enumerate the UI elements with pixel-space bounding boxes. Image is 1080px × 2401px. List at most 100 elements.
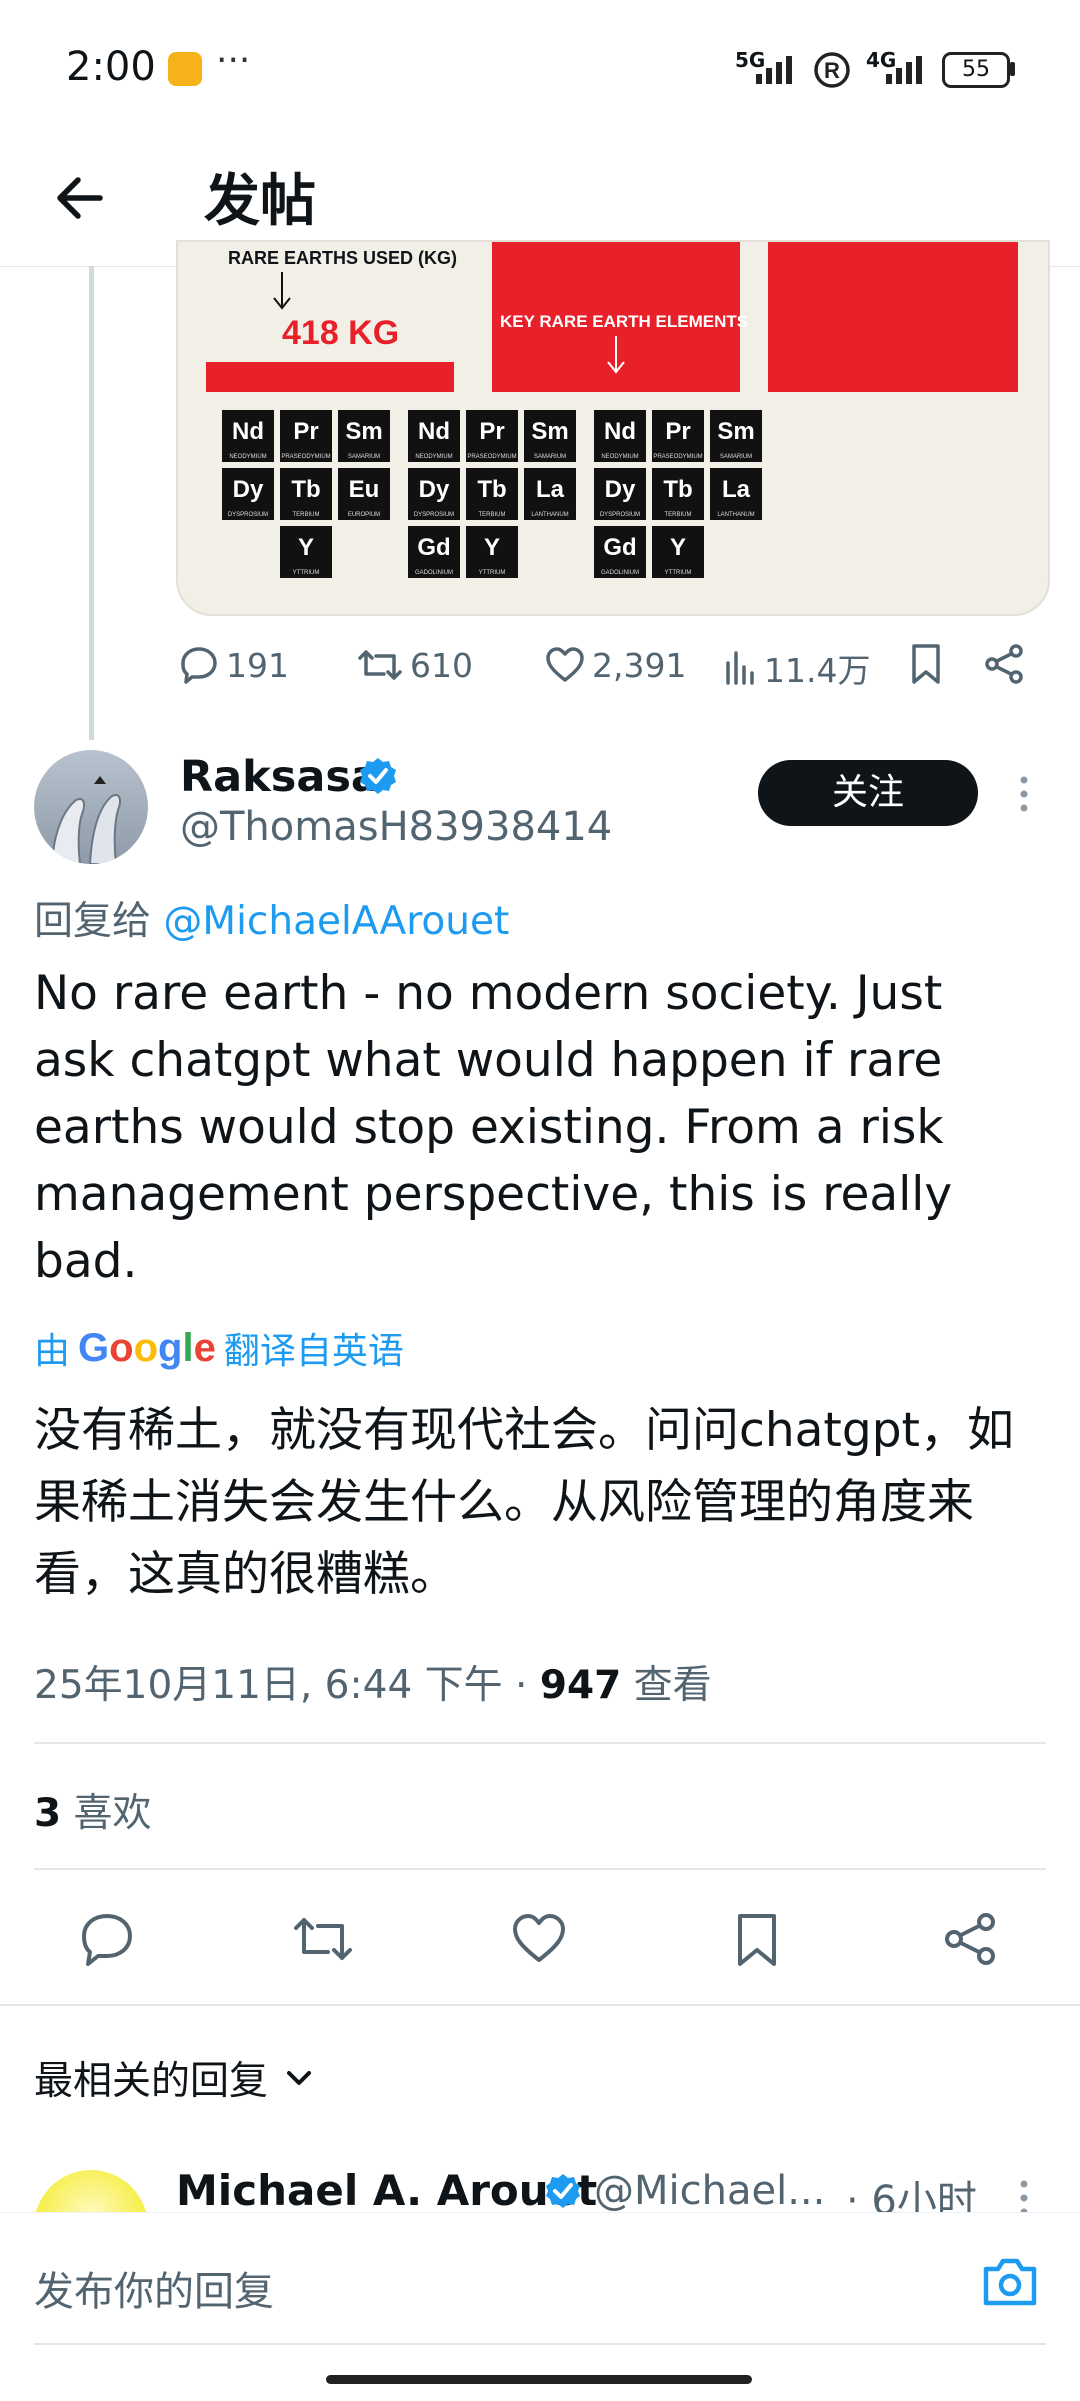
comment-icon xyxy=(181,647,217,684)
divider xyxy=(34,1868,1046,1870)
likes-summary[interactable]: 3 喜欢 xyxy=(34,1782,152,1838)
bookmark-icon[interactable] xyxy=(906,642,946,686)
element-name: EUROPIUM xyxy=(347,512,381,518)
verified-badge-icon xyxy=(360,758,396,794)
more-notifications: ··· xyxy=(216,40,251,81)
element-name: LANTHANUM xyxy=(717,512,755,518)
element-tile-tb: Tb TERBIUM xyxy=(652,468,704,520)
image-label-used: RARE EARTHS USED (KG) xyxy=(228,248,458,268)
element-symbol: Y xyxy=(483,534,500,561)
element-symbol: La xyxy=(535,476,564,503)
element-symbol: Nd xyxy=(232,418,264,445)
element-tile-la: La LANTHANUM xyxy=(710,468,762,520)
retweet-count-button[interactable]: 610 xyxy=(356,644,473,686)
composer-underline xyxy=(34,2343,1046,2345)
reply-to-handle[interactable]: @MichaelAArouet xyxy=(163,899,509,944)
translation-attribution[interactable]: 由 Google 翻译自英语 xyxy=(34,1322,404,1374)
likes-total: 3 xyxy=(34,1791,62,1836)
element-tile-nd: Nd NEODYMIUM xyxy=(222,410,274,462)
thread-connector-line xyxy=(89,266,94,740)
retweet-count: 610 xyxy=(410,645,473,685)
more-options-icon[interactable] xyxy=(1012,770,1036,818)
camera-icon[interactable] xyxy=(980,2253,1040,2309)
element-name: TERBIUM xyxy=(478,512,506,518)
element-tile-y: Y YTTRIUM xyxy=(652,526,704,578)
tweet-media-image[interactable]: RARE EARTHS USED (KG) 418 KG KEY RARE EA… xyxy=(176,240,1050,616)
avatar[interactable] xyxy=(34,750,148,864)
google-logo: Google xyxy=(78,1325,216,1370)
status-bar: 2:00 ··· 5G R 4G 55 xyxy=(0,0,1080,130)
element-name: DYSPROSIUM xyxy=(599,512,641,518)
view-count-button[interactable]: 11.4万 xyxy=(722,644,870,692)
registered-icon: R xyxy=(814,52,850,88)
element-symbol: Sm xyxy=(717,418,755,445)
element-symbol: Nd xyxy=(418,418,450,445)
reply-to-prefix: 回复给 xyxy=(34,899,152,944)
reply-action-icon[interactable] xyxy=(78,1910,136,1968)
like-count: 2,391 xyxy=(592,645,687,685)
element-symbol: Nd xyxy=(604,418,636,445)
translated-text: 没有稀土，就没有现代社会。问问chatgpt，如果稀土消失会发生什么。从风险管理… xyxy=(34,1403,1014,1602)
reply-author-name[interactable]: Raksasa xyxy=(180,752,380,802)
views-chart-icon xyxy=(726,651,754,685)
element-name: SAMARIUM xyxy=(347,454,381,460)
element-name: YTTRIUM xyxy=(292,570,320,576)
back-arrow-icon[interactable] xyxy=(50,168,110,228)
reply-author-handle[interactable]: @ThomasH83938414 xyxy=(180,804,612,850)
reply-count: 191 xyxy=(226,645,289,685)
element-name: SAMARIUM xyxy=(533,454,567,460)
share-action-icon[interactable] xyxy=(942,1910,1000,1968)
element-symbol: Gd xyxy=(417,534,451,561)
element-symbol: Sm xyxy=(531,418,569,445)
element-tile-la: La LANTHANUM xyxy=(524,468,576,520)
gesture-nav-bar[interactable] xyxy=(326,2375,752,2384)
reply-composer-input[interactable]: 发布你的回复 xyxy=(34,2259,274,2317)
avatar-horses-image xyxy=(50,776,121,864)
battery-icon: 55 xyxy=(942,52,1010,88)
translate-suffix: 翻译自英语 xyxy=(223,1331,404,1372)
element-symbol: La xyxy=(721,476,750,503)
share-icon[interactable] xyxy=(982,642,1026,686)
element-tile-pr: Pr PRASEODYMIUM xyxy=(466,410,518,462)
like-action-icon[interactable] xyxy=(510,1910,568,1968)
element-name: PRASEODYMIUM xyxy=(281,454,331,460)
image-red-bar-1 xyxy=(206,362,454,392)
image-arrow-down-2-icon xyxy=(607,336,625,374)
image-amount: 418 KG xyxy=(282,314,400,352)
element-tile-pr: Pr PRASEODYMIUM xyxy=(652,410,704,462)
element-symbol: Pr xyxy=(293,418,319,445)
element-name: LANTHANUM xyxy=(531,512,569,518)
element-symbol: Y xyxy=(669,534,686,561)
element-name: SAMARIUM xyxy=(719,454,753,460)
element-symbol: Pr xyxy=(665,418,691,445)
next-reply-author-name[interactable]: Michael A. Arouet xyxy=(176,2166,597,2215)
retweet-action-icon[interactable] xyxy=(290,1910,356,1968)
element-symbol: Dy xyxy=(232,476,264,503)
reply-sort-dropdown[interactable]: 最相关的回复 xyxy=(34,2050,314,2106)
chevron-down-icon xyxy=(287,2071,312,2085)
element-tile-sm: Sm SAMARIUM xyxy=(524,410,576,462)
follow-button[interactable]: 关注 xyxy=(758,760,978,826)
follow-label: 关注 xyxy=(831,772,904,813)
element-name: NEODYMIUM xyxy=(229,454,267,460)
element-tile-dy: Dy DYSPROSIUM xyxy=(408,468,460,520)
reply-count-button[interactable]: 191 xyxy=(178,644,289,686)
translate-prefix: 由 xyxy=(34,1331,71,1372)
tweet-meta: 25年10月11日, 6:44 下午 · 947 查看 xyxy=(34,1654,712,1710)
next-reply-handle[interactable]: @Michael... xyxy=(594,2168,825,2214)
notification-app-icon xyxy=(168,52,202,86)
timestamp[interactable]: 25年10月11日, 6:44 下午 · xyxy=(34,1663,540,1708)
element-name: TERBIUM xyxy=(664,512,692,518)
image-arrow-down-icon xyxy=(273,272,291,310)
element-symbol: Tb xyxy=(477,476,507,503)
image-red-bar-3 xyxy=(768,242,1018,392)
bookmark-action-icon[interactable] xyxy=(730,1910,784,1970)
element-tile-sm: Sm SAMARIUM xyxy=(710,410,762,462)
element-tile-dy: Dy DYSPROSIUM xyxy=(222,468,274,520)
signal-bars-2-icon xyxy=(886,56,922,84)
element-tile-gd: Gd GADOLINIUM xyxy=(594,526,646,578)
element-name: PRASEODYMIUM xyxy=(653,454,703,460)
like-count-button[interactable]: 2,391 xyxy=(544,644,686,686)
element-symbol: Y xyxy=(297,534,314,561)
element-tile-dy: Dy DYSPROSIUM xyxy=(594,468,646,520)
